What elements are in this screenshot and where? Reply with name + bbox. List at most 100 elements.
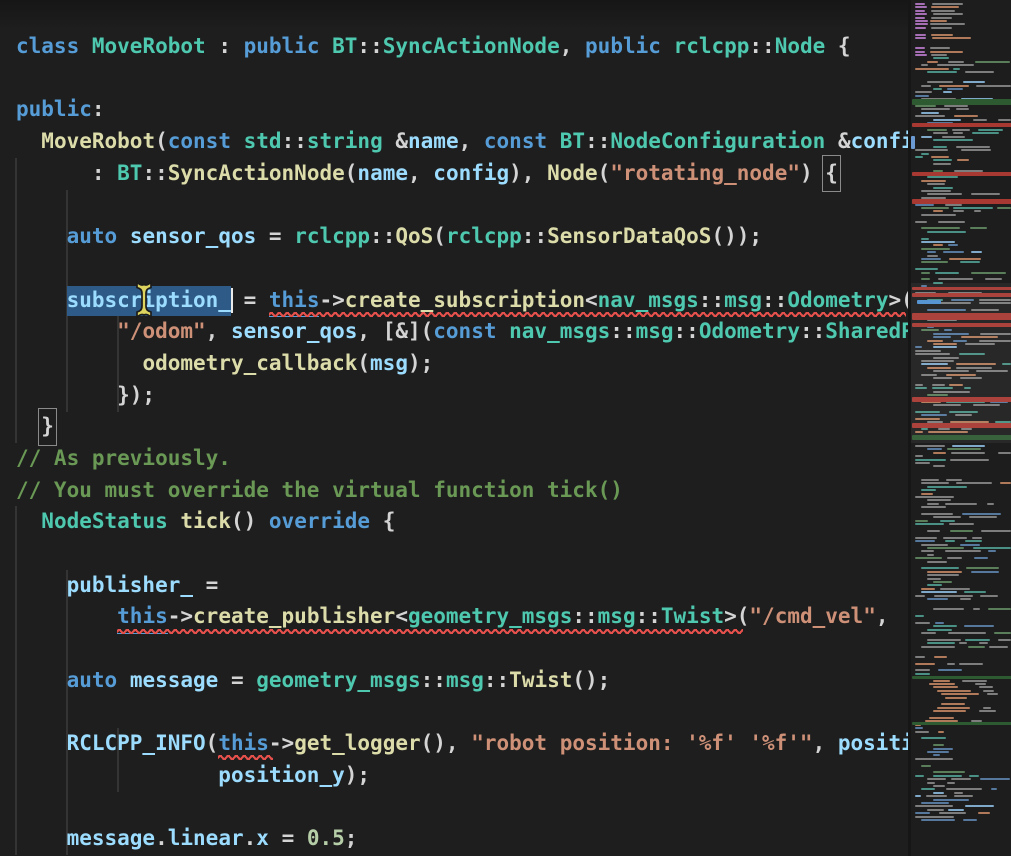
minimap-code-mark: [988, 608, 1011, 610]
minimap-code-mark: [927, 255, 938, 257]
minimap-code-mark: [935, 272, 959, 274]
code-line[interactable]: NodeStatus tick() override {: [0, 506, 908, 538]
minimap-code-mark: [989, 646, 1007, 648]
code-line[interactable]: class MoveRobot : public BT::SyncActionN…: [0, 31, 908, 63]
minimap-code-mark: [933, 146, 947, 148]
minimap-code-mark: [915, 537, 937, 539]
minimap-code-mark: [933, 792, 944, 794]
minimap-code-mark: [927, 530, 940, 532]
minimap-code-mark: [959, 642, 967, 644]
minimap-code-mark: [1000, 482, 1011, 484]
minimap-code-mark: [953, 68, 960, 70]
minimap-code-mark: [915, 17, 925, 19]
minimap-code-mark: [935, 622, 944, 624]
minimap-code-mark: [952, 129, 969, 131]
minimap-code-mark: [927, 598, 948, 600]
minimap-code-mark: [960, 261, 981, 263]
minimap-code-mark: [921, 214, 956, 216]
minimap-code-mark: [948, 809, 964, 811]
minimap-code-mark: [927, 81, 953, 83]
code-line[interactable]: [0, 696, 908, 728]
minimap-code-mark: [937, 690, 971, 692]
minimap-code-mark: [929, 683, 955, 685]
minimap-code-mark: [915, 816, 954, 818]
minimap-code-mark: [969, 516, 996, 518]
minimap-code-mark: [921, 261, 948, 263]
code-line[interactable]: [0, 63, 908, 95]
minimap-code-mark: [976, 85, 1011, 87]
code-line[interactable]: auto message = geometry_msgs::msg::Twist…: [0, 665, 908, 697]
minimap-code-mark: [933, 13, 963, 15]
minimap-viewport-slider[interactable]: [911, 283, 1011, 443]
minimap-code-mark: [938, 731, 944, 733]
minimap-code-mark: [953, 207, 992, 209]
minimap-code-mark: [915, 3, 925, 5]
minimap-code-mark: [927, 231, 966, 233]
minimap-code-mark: [921, 207, 949, 209]
minimap-code-mark: [921, 108, 950, 110]
code-line[interactable]: message.linear.x = 0.5;: [0, 823, 908, 855]
code-line[interactable]: public:: [0, 94, 908, 126]
minimap-code-mark: [927, 578, 941, 580]
minimap-code-mark: [994, 632, 1011, 634]
minimap-code-mark: [915, 20, 928, 22]
minimap-code-mark: [931, 34, 953, 36]
minimap-code-mark: [985, 278, 1001, 280]
code-line[interactable]: // As previously.: [0, 443, 908, 475]
code-line[interactable]: RCLCPP_INFO(this->get_logger(), "robot p…: [0, 728, 908, 760]
minimap-code-mark: [931, 6, 959, 8]
minimap-code-mark: [915, 68, 949, 70]
code-line[interactable]: }: [0, 411, 908, 443]
code-line[interactable]: : BT::SyncActionNode(name, config), Node…: [0, 158, 908, 190]
code-line[interactable]: });: [0, 380, 908, 412]
minimap-code-mark: [921, 550, 934, 552]
minimap-code-mark: [953, 132, 963, 134]
minimap-code-mark: [973, 119, 987, 121]
code-editor[interactable]: class MoveRobot : public BT::SyncActionN…: [0, 0, 908, 856]
minimap-code-mark: [940, 588, 970, 590]
minimap-code-mark: [915, 37, 926, 39]
minimap-code-mark: [948, 244, 957, 246]
minimap-code-mark: [927, 176, 958, 178]
minimap-code-mark: [933, 754, 940, 756]
minimap-code-mark: [915, 6, 927, 8]
minimap-code-mark: [930, 20, 947, 22]
minimap-code-mark: [979, 642, 988, 644]
minimap-code-mark: [978, 129, 1003, 131]
code-line[interactable]: // You must override the virtual functio…: [0, 475, 908, 507]
minimap-code-mark: [927, 183, 945, 185]
code-line[interactable]: position_y);: [0, 760, 908, 792]
minimap-code-mark: [915, 51, 925, 53]
minimap-code-mark: [945, 550, 981, 552]
minimap-code-mark: [965, 805, 993, 807]
minimap-code-mark: [927, 499, 951, 501]
minimap-code-mark: [915, 91, 932, 93]
minimap-code-mark: [927, 61, 938, 63]
minimap-code-mark: [915, 455, 923, 457]
code-line[interactable]: [0, 538, 908, 570]
minimap-code-mark: [959, 663, 984, 665]
minimap-code-mark: [940, 520, 955, 522]
minimap-code-mark: [963, 819, 977, 821]
minimap-code-mark: [971, 251, 982, 253]
minimap-code-mark: [933, 744, 944, 746]
code-line[interactable]: auto sensor_qos = rclcpp::QoS(rclcpp::Se…: [0, 221, 908, 253]
minimap-code-mark: [927, 639, 961, 641]
code-line[interactable]: odometry_callback(msg);: [0, 348, 908, 380]
minimap-code-mark: [915, 462, 930, 464]
minimap-code-mark: [998, 452, 1011, 454]
code-line[interactable]: [0, 189, 908, 221]
code-line[interactable]: [0, 792, 908, 824]
code-line[interactable]: [0, 633, 908, 665]
code-line[interactable]: MoveRobot(const std::string &name, const…: [0, 126, 908, 158]
minimap-code-mark: [950, 530, 973, 532]
ibeam-cursor-icon: [130, 279, 158, 321]
code-line[interactable]: publisher_ =: [0, 570, 908, 602]
minimap-code-mark: [947, 88, 963, 90]
minimap-code-mark: [915, 459, 946, 461]
code-area[interactable]: class MoveRobot : public BT::SyncActionN…: [0, 31, 908, 855]
minimap[interactable]: [908, 0, 1011, 856]
minimap-code-mark: [921, 788, 935, 790]
minimap-code-mark: [915, 27, 926, 29]
minimap-code-mark: [933, 465, 945, 467]
